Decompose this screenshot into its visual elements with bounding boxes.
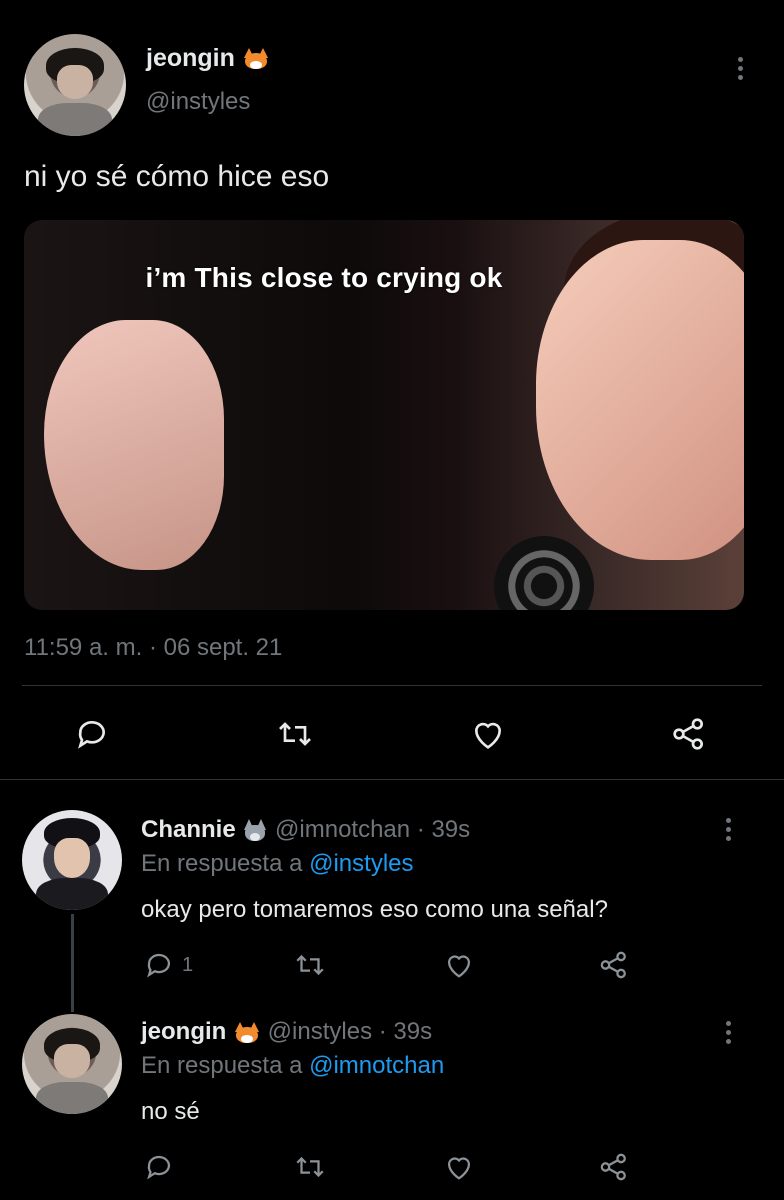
reply-text: no sé	[141, 1098, 200, 1125]
heart-icon	[474, 722, 502, 749]
retweet-icon	[296, 1156, 324, 1178]
reply-share-button[interactable]	[596, 948, 632, 982]
reply-author-handle: @imnotchan	[275, 816, 411, 843]
heart-icon	[447, 955, 471, 978]
divider	[22, 685, 762, 686]
reply-icon	[147, 953, 171, 978]
reply-avatar[interactable]	[22, 1014, 122, 1114]
reply-share-button[interactable]	[596, 1150, 632, 1184]
share-icon	[673, 718, 703, 750]
reply-reply-button[interactable]	[142, 1150, 176, 1184]
fox-emoji-icon	[233, 1021, 261, 1045]
in-reply-to-row: En respuesta a @instyles	[141, 850, 414, 878]
heart-icon	[447, 1157, 471, 1180]
reply-reply-button[interactable]: 1	[142, 948, 193, 982]
fox-emoji-icon	[242, 47, 270, 71]
like-button[interactable]	[468, 714, 508, 754]
tweet-timestamp[interactable]: 11:59 a. m. · 06 sept. 21	[24, 634, 282, 662]
in-reply-to-link[interactable]: @imnotchan	[309, 1052, 444, 1079]
tweet-media-image[interactable]: i’m This close to crying ok	[24, 220, 744, 610]
reply-retweet-button[interactable]	[292, 1150, 328, 1184]
more-options-icon[interactable]	[738, 57, 744, 84]
reply-more-options-icon[interactable]	[726, 818, 732, 845]
reply-header[interactable]: Channie @imnotchan · 39s	[141, 816, 470, 844]
author-handle[interactable]: @instyles	[146, 88, 250, 116]
reply-author-name: jeongin	[141, 1018, 227, 1045]
author-name: jeongin	[146, 44, 235, 72]
in-reply-prefix: En respuesta a	[141, 1052, 303, 1079]
in-reply-prefix: En respuesta a	[141, 850, 303, 877]
reply-icon	[78, 720, 105, 749]
share-icon	[600, 1153, 626, 1181]
reply-retweet-button[interactable]	[292, 948, 328, 982]
reply-button[interactable]	[72, 714, 112, 754]
reply-text: okay pero tomaremos eso como una señal?	[141, 896, 608, 923]
author-avatar[interactable]	[24, 34, 126, 136]
section-divider	[0, 779, 784, 780]
reply-time: · 39s	[416, 816, 471, 843]
thread-line	[71, 914, 74, 1012]
reply-count: 1	[182, 953, 194, 976]
meme-caption: i’m This close to crying ok	[145, 262, 503, 293]
wolf-emoji-icon	[242, 818, 268, 843]
tweet-text: ni yo sé cómo hice eso	[24, 160, 330, 193]
reply-icon	[147, 1155, 171, 1180]
reply-author-handle: @instyles	[267, 1018, 373, 1045]
reply-avatar[interactable]	[22, 810, 122, 910]
reply-time: · 39s	[378, 1018, 433, 1045]
reply-header[interactable]: jeongin @instyles · 39s	[141, 1018, 432, 1046]
reply-author-name: Channie	[141, 816, 236, 843]
retweet-icon	[279, 722, 311, 746]
in-reply-to-link[interactable]: @instyles	[309, 850, 413, 877]
reply-like-button[interactable]	[442, 948, 476, 982]
reply-more-options-icon[interactable]	[726, 1021, 732, 1048]
share-button[interactable]	[668, 714, 710, 754]
share-icon	[600, 951, 626, 979]
reply-like-button[interactable]	[442, 1150, 476, 1184]
author-name-row[interactable]: jeongin	[146, 44, 270, 73]
retweet-icon	[296, 954, 324, 976]
retweet-button[interactable]	[274, 714, 316, 754]
in-reply-to-row: En respuesta a @imnotchan	[141, 1052, 444, 1080]
